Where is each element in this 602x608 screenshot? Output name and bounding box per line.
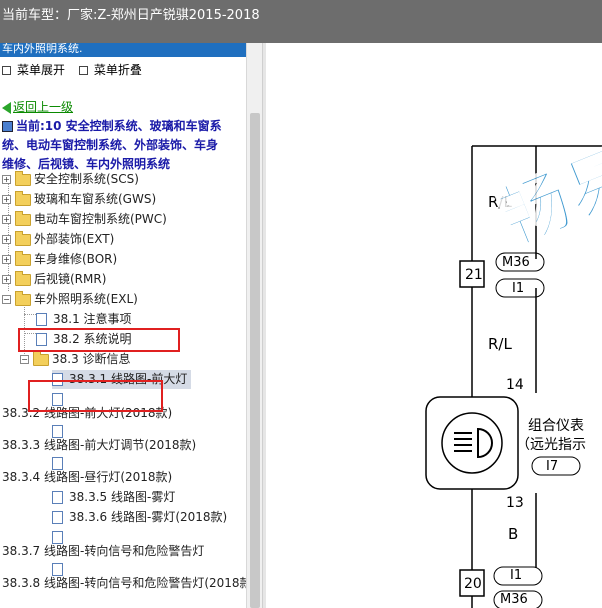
section-header: 车内外照明系统. [0,43,246,57]
back-link[interactable]: 返回上一级 [2,98,73,115]
tree-item-bor[interactable]: + 车身维修(BOR) [2,250,117,269]
collapse-icon[interactable]: − [2,295,11,304]
tree-item-label: 车外照明系统(EXL) [34,292,138,306]
expand-icon[interactable]: + [2,175,11,184]
tree-item-label: 电动车窗控制系统(PWC) [34,212,167,226]
tree-item-gws[interactable]: + 玻璃和车窗系统(GWS) [2,190,156,209]
tree-item-scs[interactable]: + 安全控制系统(SCS) [2,170,139,189]
current-line-2: 统、电动车窗控制系统、外部装饰、车身 [2,138,219,152]
tree-item-label: 38.3 诊断信息 [52,352,131,366]
expand-icon[interactable]: + [2,195,11,204]
collapse-icon[interactable]: − [20,355,29,364]
folder-icon [15,210,31,226]
tree-item-pwc[interactable]: + 电动车窗控制系统(PWC) [2,210,167,229]
document-icon [52,511,63,524]
connector-tag: I1 [512,281,525,296]
tree-item-label: 安全控制系统(SCS) [34,172,139,186]
tree-item-38-3-5[interactable]: 38.3.5 线路图-雾灯 [52,488,175,507]
collapse-menu-label: 菜单折叠 [93,63,142,77]
wiring-diagram [425,145,602,608]
collapse-menu-button[interactable]: 菜单折叠 [77,61,142,78]
tree-item-label: 38.3.4 线路图-昼行灯(2018款) [2,470,173,484]
tree-item-38-1[interactable]: 38.1 注意事项 [36,310,132,329]
connector-tag: M36 [500,592,528,607]
tree-item-38-3-4[interactable]: 38.3.4 线路图-昼行灯(2018款) [2,468,172,487]
wire-color-label: R/L [488,335,512,353]
wire-color-label: B [508,525,519,543]
highlight-box-38-3 [28,380,163,412]
folder-open-icon [33,350,49,366]
tree-item-38-3-6[interactable]: 38.3.6 线路图-雾灯(2018款) [52,508,227,527]
folder-icon [15,230,31,246]
document-icon [36,313,47,326]
tree-guide [24,314,36,315]
expand-menu-button[interactable]: 菜单展开 [0,61,65,78]
tree-item-label: 38.3.5 线路图-雾灯 [69,490,176,504]
tree-item-rmr[interactable]: + 后视镜(RMR) [2,270,106,289]
tree-item-label: 38.3.6 线路图-雾灯(2018款) [69,510,228,524]
vertical-scrollbar[interactable] [246,43,263,608]
combination-meter-box [425,396,519,490]
back-arrow-icon [2,101,11,114]
tree-item-38-3-3[interactable]: 38.3.3 线路图-前大灯调节(2018款) [2,436,196,455]
folder-open-icon [15,290,31,306]
expand-menu-label: 菜单展开 [17,63,66,77]
tree-item-label: 38.3.8 线路图-转向信号和危险警告灯(2018款) [2,576,246,590]
navigation-pane: 车内外照明系统. 菜单展开 菜单折叠 返回上一级 当前:10 安全控制系统、玻璃… [0,43,246,608]
tree-item-38-3-8[interactable]: 38.3.8 线路图-转向信号和危险警告灯(2018款) [2,574,246,593]
wiring-diagram-pane: R/L 21 M36 I1 R/L 14 组合仪表 （远光指示 I7 13 B … [266,43,602,608]
highlight-box-exl [18,328,180,352]
pin-number: 14 [506,377,524,393]
title-bar: 当前车型：厂家:Z-郑州日产锐骐2015-2018 [0,0,602,43]
connector-tag: I7 [546,459,559,474]
tree-item-38-3[interactable]: − 38.3 诊断信息 [20,350,131,369]
tree-item-exl[interactable]: − 车外照明系统(EXL) [2,290,138,309]
tree-item-label: 38.1 注意事项 [53,312,132,326]
current-line-1: 当前:10 安全控制系统、玻璃和车窗系 [16,119,222,133]
connector-number: 21 [465,267,483,283]
expand-icon[interactable]: + [2,255,11,264]
scrollbar-thumb[interactable] [250,113,260,608]
tree-item-label: 玻璃和车窗系统(GWS) [34,192,157,206]
document-icon [52,491,63,504]
component-description: （远光指示 [516,437,586,453]
tree-item-label: 38.3.7 线路图-转向信号和危险警告灯 [2,544,205,558]
tree-item-label: 车身维修(BOR) [34,252,118,266]
computer-icon [2,121,13,132]
component-name: 组合仪表 [528,418,584,434]
current-location: 当前:10 安全控制系统、玻璃和车窗系 统、电动车窗控制系统、外部装饰、车身 维… [2,117,244,174]
vehicle-label: 当前车型： [2,8,68,23]
menu-operations: 菜单展开 菜单折叠 [0,61,142,78]
connector-number: 20 [464,576,482,592]
expand-icon[interactable]: + [2,275,11,284]
tree-item-ext[interactable]: + 外部装饰(EXT) [2,230,114,249]
manufacturer-label: 厂家:Z-郑州日产锐骐2015-2018 [67,8,260,23]
expand-icon[interactable]: + [2,215,11,224]
expand-icon[interactable]: + [2,235,11,244]
expand-square-icon [2,65,11,75]
connector-tag: I1 [510,568,523,583]
folder-icon [15,250,31,266]
tree-item-label: 后视镜(RMR) [34,272,107,286]
folder-icon [15,190,31,206]
folder-icon [15,270,31,286]
tree-item-label: 38.3.3 线路图-前大灯调节(2018款) [2,438,197,452]
pin-number: 13 [506,495,524,511]
tree-item-label: 外部装饰(EXT) [34,232,115,246]
tree-item-38-3-7[interactable]: 38.3.7 线路图-转向信号和危险警告灯 [2,542,204,561]
back-link-label: 返回上一级 [13,100,74,114]
collapse-square-icon [78,65,88,75]
folder-icon [15,170,31,186]
